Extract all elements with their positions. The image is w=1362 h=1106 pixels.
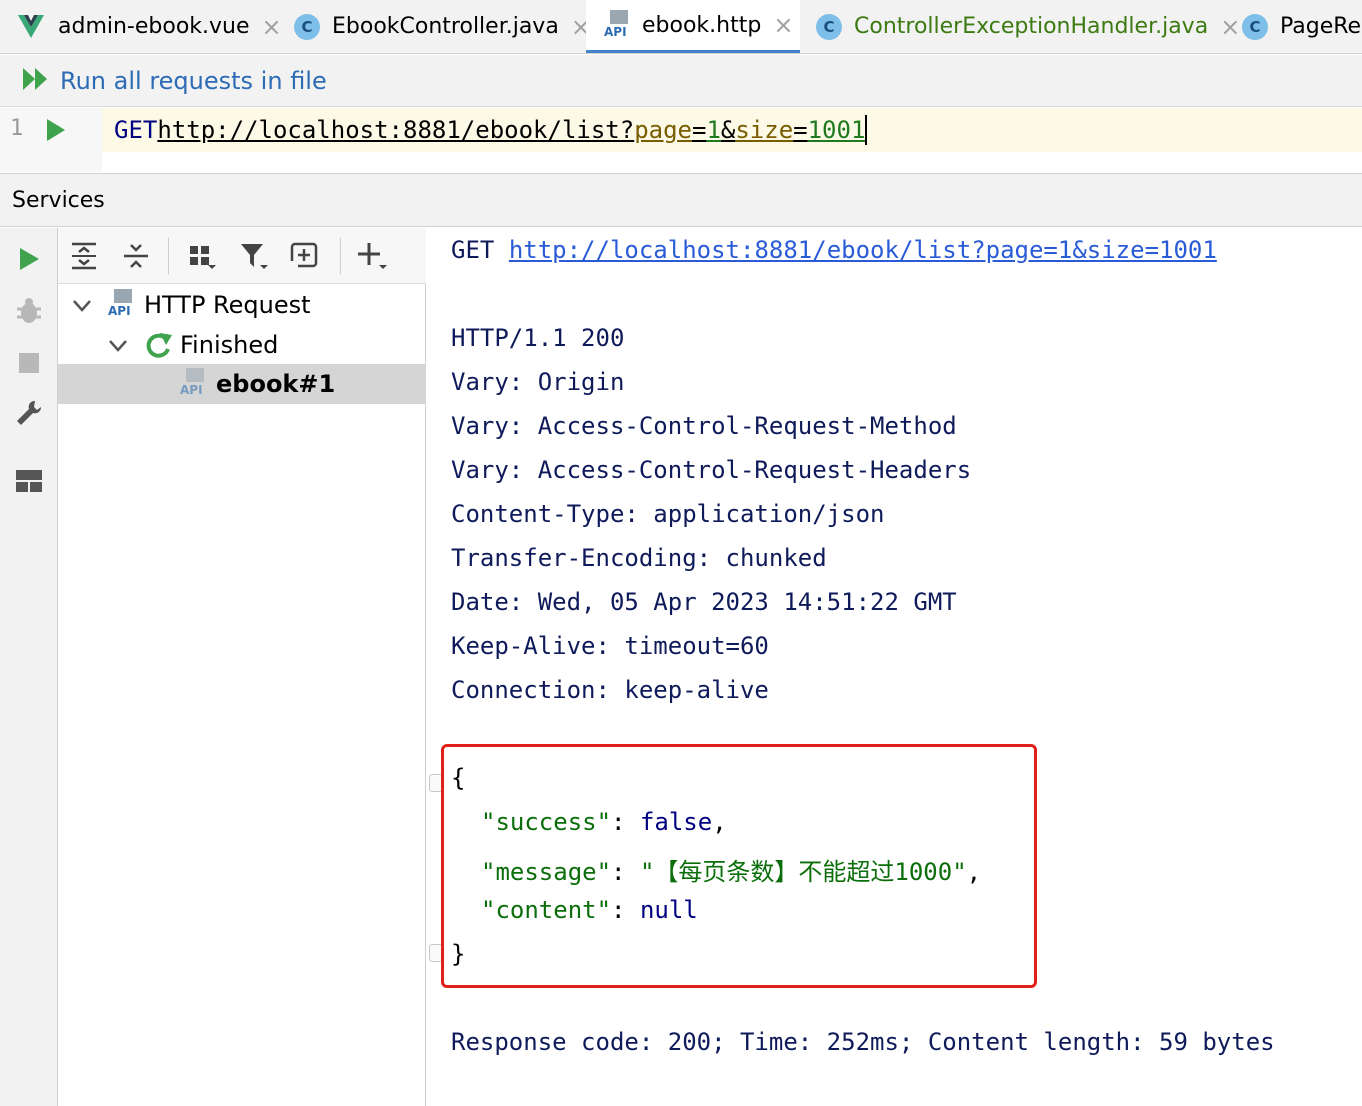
toolbar-separator <box>168 238 169 274</box>
add-icon[interactable] <box>356 240 388 272</box>
java-class-icon: C <box>816 13 842 40</box>
services-panel-header: Services <box>0 173 1362 227</box>
response-request-line: GET http://localhost:8881/ebook/list?pag… <box>451 236 1217 264</box>
run-request-icon[interactable] <box>46 118 66 146</box>
tree-node-http-request[interactable]: API HTTP Request <box>58 285 426 325</box>
tab-label: ebook.http <box>642 12 762 38</box>
chevron-down-icon[interactable] <box>72 291 92 319</box>
tab-label: admin-ebook.vue <box>58 14 250 39</box>
response-header: Vary: Access-Control-Request-Method <box>451 412 957 440</box>
collapse-all-icon[interactable] <box>120 240 152 272</box>
response-header: Transfer-Encoding: chunked <box>451 544 827 572</box>
run-all-icon <box>22 66 50 96</box>
tree-node-label: Finished <box>180 331 279 359</box>
tree-node-label: HTTP Request <box>144 291 311 319</box>
editor-tab-bar: admin-ebook.vue × C EbookController.java… <box>0 0 1362 54</box>
tab-label: EbookController.java <box>332 14 559 39</box>
close-icon[interactable]: × <box>262 13 282 41</box>
close-icon[interactable]: × <box>1220 13 1240 41</box>
response-header: Vary: Access-Control-Request-Headers <box>451 456 972 484</box>
tab-label: ControllerExceptionHandler.java <box>854 14 1209 39</box>
request-method: GET <box>114 116 158 144</box>
filter-icon[interactable] <box>238 240 270 272</box>
response-header: Keep-Alive: timeout=60 <box>451 632 769 660</box>
editor-gutter: 1 <box>0 108 102 172</box>
stop-icon[interactable] <box>14 348 44 378</box>
tab-label: PageReq <box>1280 14 1362 39</box>
response-header: Connection: keep-alive <box>451 676 769 704</box>
tab-controller-exception-handler[interactable]: C ControllerExceptionHandler.java × <box>816 0 1240 53</box>
tab-ebook-controller[interactable]: C EbookController.java × <box>294 0 591 53</box>
response-request-url[interactable]: http://localhost:8881/ebook/list?page=1&… <box>509 236 1217 264</box>
vue-icon <box>18 14 44 39</box>
query-param-value: 1 <box>706 116 721 144</box>
java-class-icon: C <box>1242 13 1268 40</box>
tab-admin-ebook-vue[interactable]: admin-ebook.vue × <box>18 0 282 53</box>
toolbar-separator <box>340 238 341 274</box>
run-all-requests-button[interactable]: Run all requests in file <box>0 55 1362 107</box>
response-viewer[interactable]: GET http://localhost:8881/ebook/list?pag… <box>427 228 1362 1106</box>
request-line[interactable]: GET http://localhost:8881/ebook/list? pag… <box>102 108 1362 152</box>
response-header: Date: Wed, 05 Apr 2023 14:51:22 GMT <box>451 588 957 616</box>
add-service-icon[interactable] <box>288 240 320 272</box>
chevron-down-icon[interactable] <box>108 331 128 359</box>
close-icon[interactable]: × <box>773 11 793 39</box>
line-number: 1 <box>10 116 24 141</box>
tree-node-ebook-1[interactable]: API ebook#1 <box>58 364 426 404</box>
api-file-icon: API <box>180 368 210 398</box>
query-param-value: 1001 <box>807 116 866 144</box>
api-file-icon: API <box>108 289 138 319</box>
wrench-icon[interactable] <box>14 398 44 428</box>
rerun-icon <box>144 331 174 367</box>
text-caret <box>865 115 868 145</box>
expand-all-icon[interactable] <box>68 240 100 272</box>
layout-icon[interactable] <box>14 466 44 496</box>
services-side-toolbar <box>0 228 58 1106</box>
api-file-icon: API <box>604 10 634 40</box>
response-header: Content-Type: application/json <box>451 500 885 528</box>
group-by-icon[interactable] <box>186 240 218 272</box>
tree-toolbar <box>58 228 426 284</box>
tree-node-label: ebook#1 <box>216 370 336 398</box>
query-param-name: size <box>735 116 794 144</box>
highlight-annotation-box <box>441 744 1037 988</box>
http-editor[interactable]: 1 GET http://localhost:8881/ebook/list? p… <box>0 108 1362 172</box>
services-tree-panel: API HTTP Request Finished API ebook#1 <box>58 228 426 1106</box>
response-header: Vary: Origin <box>451 368 625 396</box>
run-icon[interactable] <box>14 244 44 274</box>
tab-ebook-http[interactable]: API ebook.http × <box>586 0 800 53</box>
response-request-method: GET <box>451 236 495 264</box>
services-title: Services <box>12 187 105 213</box>
request-url-base: http://localhost:8881/ebook/list? <box>157 116 635 144</box>
query-param-name: page <box>634 116 692 144</box>
response-summary: Response code: 200; Time: 252ms; Content… <box>451 1028 1275 1056</box>
tree-node-finished[interactable]: Finished <box>58 325 426 365</box>
java-class-icon: C <box>294 13 320 40</box>
tab-page-req[interactable]: C PageReq <box>1242 0 1362 53</box>
response-status: HTTP/1.1 200 <box>451 324 625 352</box>
debug-icon[interactable] <box>14 296 44 326</box>
run-all-label: Run all requests in file <box>60 66 327 95</box>
